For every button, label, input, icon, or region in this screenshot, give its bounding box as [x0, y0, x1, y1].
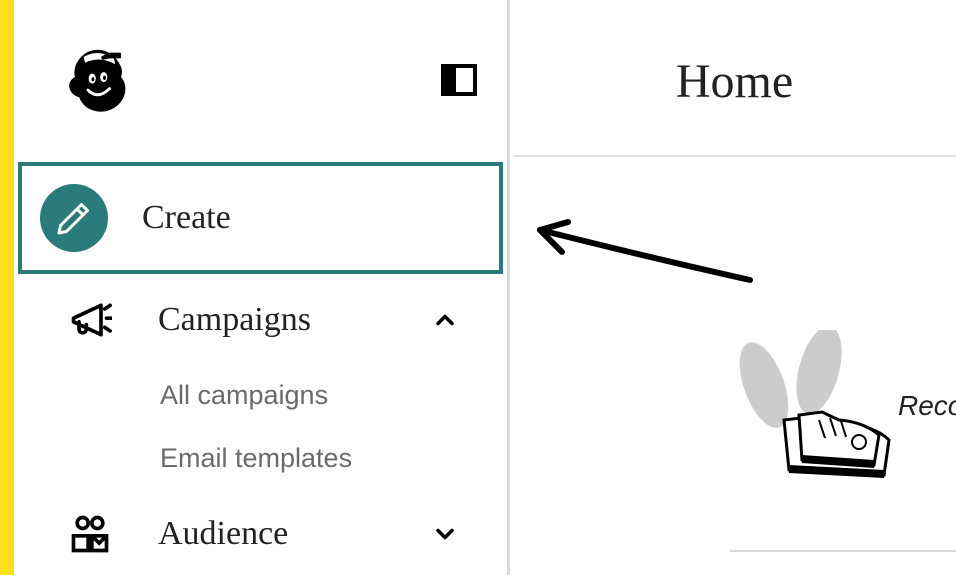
sidebar-item-create[interactable]: Create: [18, 162, 503, 274]
sidebar-item-label: Create: [142, 199, 455, 237]
audience-icon: [56, 512, 124, 556]
divider: [730, 550, 956, 552]
recommendation-label-partial: Reco: [898, 390, 956, 422]
sidebar-subitem-email-templates[interactable]: Email templates: [160, 427, 507, 490]
megaphone-icon: [56, 298, 124, 342]
sidebar: Create Campaigns All campaigns Email tem…: [14, 0, 510, 575]
sidebar-item-label: Campaigns: [158, 301, 431, 339]
annotation-arrow: [520, 200, 760, 300]
sidebar-item-label: Audience: [158, 515, 431, 553]
sidebar-item-audience[interactable]: Audience: [14, 490, 507, 578]
chevron-up-icon: [431, 306, 459, 334]
page-title: Home: [513, 0, 956, 157]
panel-toggle-icon[interactable]: [441, 64, 477, 96]
sidebar-subitem-all-campaigns[interactable]: All campaigns: [160, 364, 507, 427]
chevron-down-icon: [431, 520, 459, 548]
sidebar-item-campaigns[interactable]: Campaigns: [14, 276, 507, 364]
campaigns-subitems: All campaigns Email templates: [14, 364, 507, 490]
shoe-illustration: [724, 330, 904, 490]
accent-bar: [0, 0, 14, 575]
mailchimp-logo[interactable]: [62, 44, 134, 116]
sidebar-header: [14, 0, 507, 160]
pencil-icon: [40, 184, 108, 252]
